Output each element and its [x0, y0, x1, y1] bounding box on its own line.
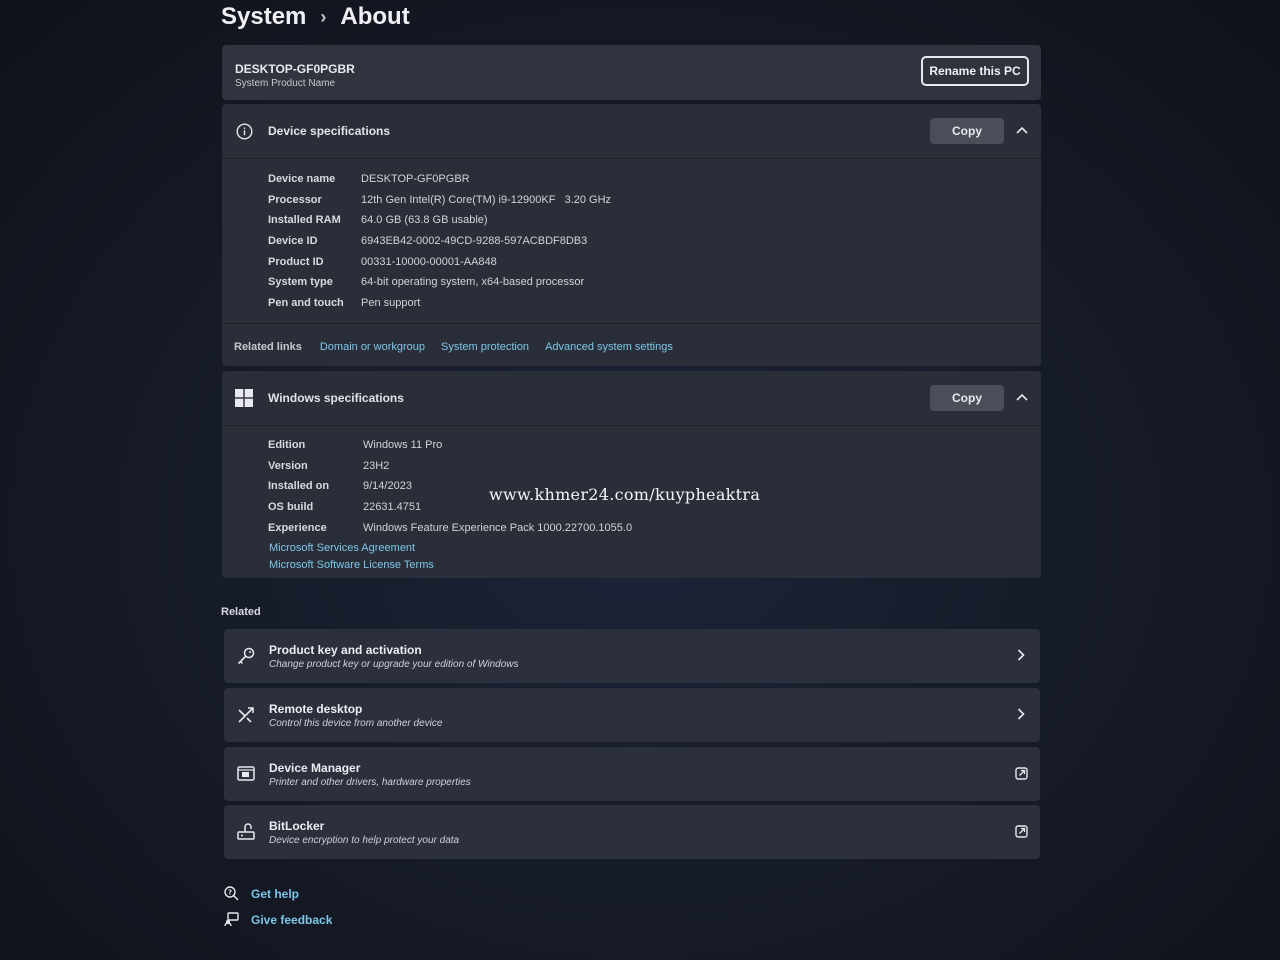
item-subtitle: Change product key or upgrade your editi… [269, 658, 519, 670]
spec-row: Version 23H2 [268, 456, 1041, 477]
device-manager-item[interactable]: Device Manager Printer and other drivers… [224, 747, 1040, 801]
spec-key: OS build [268, 501, 314, 514]
spec-key: Device ID [268, 235, 318, 248]
spec-row: Pen and touch Pen support [268, 293, 1041, 314]
copy-windows-specs-button[interactable]: Copy [930, 385, 1004, 411]
item-title: Product key and activation [269, 642, 422, 657]
spec-value: 64-bit operating system, x64-based proce… [361, 276, 585, 289]
windows-specs-header[interactable]: Windows specifications Copy [222, 371, 1041, 425]
pc-subtitle: System Product Name [235, 78, 336, 89]
windows-specs-title: Windows specifications [268, 391, 404, 405]
windows-legal-links: Microsoft Services Agreement Microsoft S… [268, 540, 1041, 574]
device-specs-list: Device name DESKTOP-GF0PGBR Processor 12th… [222, 158, 1041, 323]
breadcrumb-separator: › [320, 6, 327, 27]
page-title: About [340, 3, 410, 30]
microsoft-software-license-terms-link[interactable]: Microsoft Software License Terms [269, 557, 1041, 574]
spec-key: Experience [268, 521, 327, 534]
bitlocker-item[interactable]: BitLocker Device encryption to help prot… [224, 805, 1040, 859]
get-help-label: Get help [251, 886, 300, 901]
spec-row: Installed RAM 64.0 GB (63.8 GB usable) [268, 210, 1041, 231]
device-manager-icon [236, 764, 256, 784]
breadcrumb: System › About [221, 3, 410, 31]
spec-value: 64.0 GB (63.8 GB usable) [361, 214, 488, 227]
system-protection-link[interactable]: System protection [441, 341, 529, 353]
spec-value: 6943EB42-0002-49CD-9288-597ACBDF8DB3 [361, 235, 588, 248]
spec-key: Version [268, 459, 308, 472]
copy-device-specs-button[interactable]: Copy [930, 118, 1004, 144]
spec-key: Device name [268, 173, 336, 186]
spec-value: Windows 11 Pro [363, 439, 443, 452]
remote-desktop-item[interactable]: Remote desktop Control this device from … [224, 688, 1040, 742]
chevron-up-icon[interactable] [1015, 123, 1029, 137]
give-feedback-label: Give feedback [251, 912, 333, 927]
windows-logo-icon [235, 389, 253, 407]
item-title: BitLocker [269, 818, 325, 833]
spec-row: Processor 12th Gen Intel(R) Core(TM) i9-1… [268, 190, 1041, 211]
spec-value: 00331-10000-00001-AA848 [361, 255, 497, 268]
spec-key: Processor [268, 193, 322, 206]
help-chat-icon: ? [224, 886, 239, 901]
device-specs-title: Device specifications [268, 124, 391, 138]
get-help-link[interactable]: ? Get help [224, 886, 299, 901]
external-link-icon [1014, 824, 1028, 838]
spec-key: System type [268, 276, 333, 289]
spec-value: Pen support [361, 296, 421, 309]
pc-name: DESKTOP-GF0PGBR [235, 62, 355, 76]
item-title: Remote desktop [269, 701, 363, 716]
chevron-up-icon[interactable] [1015, 390, 1029, 404]
advanced-system-settings-link[interactable]: Advanced system settings [545, 341, 673, 353]
spec-value: DESKTOP-GF0PGBR [361, 173, 470, 186]
related-links-label: Related links [234, 341, 302, 354]
chevron-right-icon [1014, 648, 1028, 662]
item-subtitle: Device encryption to help protect your d… [269, 834, 460, 846]
spec-row: Edition Windows 11 Pro [268, 435, 1041, 456]
spec-row: Product ID 00331-10000-00001-AA848 [268, 251, 1041, 272]
related-links-bar: Related links Domain or workgroup System… [222, 323, 1041, 370]
spec-key: Product ID [268, 255, 324, 268]
key-icon [236, 646, 256, 666]
related-section-title: Related [221, 606, 261, 618]
spec-value: 12th Gen Intel(R) Core(TM) i9-12900KF 3.… [361, 193, 612, 206]
spec-key: Pen and touch [268, 296, 344, 309]
rename-pc-button[interactable]: Rename this PC [921, 56, 1029, 86]
spec-value: 23H2 [363, 459, 390, 472]
bitlocker-icon [236, 822, 256, 842]
spec-key: Edition [268, 439, 306, 452]
item-title: Device Manager [269, 760, 361, 775]
device-specs-header[interactable]: Device specifications Copy [222, 104, 1041, 158]
spec-value: 9/14/2023 [363, 480, 412, 493]
item-subtitle: Control this device from another device [269, 717, 443, 729]
give-feedback-link[interactable]: Give feedback [224, 912, 332, 927]
domain-or-workgroup-link[interactable]: Domain or workgroup [320, 341, 425, 353]
spec-value: 22631.4751 [363, 501, 422, 514]
windows-specs-card: Windows specifications Copy Edition Windo… [222, 371, 1041, 578]
breadcrumb-system[interactable]: System [221, 3, 306, 31]
feedback-icon [224, 912, 239, 927]
svg-text:?: ? [228, 889, 232, 897]
spec-row: Device name DESKTOP-GF0PGBR [268, 169, 1041, 190]
watermark-text: www.khmer24.com/kuypheaktra [489, 485, 761, 504]
device-name-card: DESKTOP-GF0PGBR System Product Name Rena… [222, 45, 1041, 100]
remote-desktop-icon [236, 705, 256, 725]
spec-row: Device ID 6943EB42-0002-49CD-9288-597ACBD… [268, 231, 1041, 252]
device-specs-card: Device specifications Copy Device name DE… [222, 104, 1041, 366]
spec-value: Windows Feature Experience Pack 1000.227… [363, 521, 633, 534]
chevron-right-icon [1014, 707, 1028, 721]
spec-key: Installed on [268, 480, 330, 493]
info-icon [235, 122, 253, 140]
microsoft-services-agreement-link[interactable]: Microsoft Services Agreement [269, 540, 1041, 557]
item-subtitle: Printer and other drivers, hardware prop… [269, 776, 471, 788]
spec-key: Installed RAM [268, 214, 341, 227]
spec-row: Experience Windows Feature Experience Pac… [268, 517, 1041, 538]
external-link-icon [1014, 766, 1028, 780]
spec-row: System type 64-bit operating system, x64-… [268, 272, 1041, 293]
product-key-activation-item[interactable]: Product key and activation Change produc… [224, 629, 1040, 683]
